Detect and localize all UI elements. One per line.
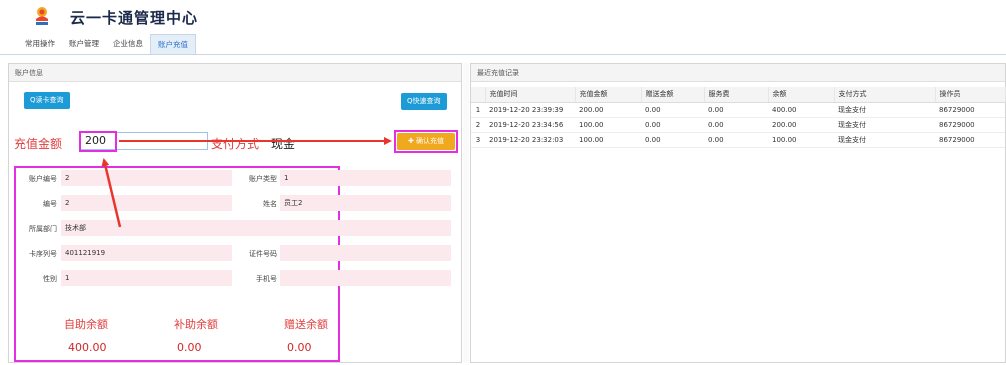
gender-label: 性别: [43, 275, 57, 283]
cell-recharge-amount: 200.00: [575, 102, 641, 118]
cell-recharge-time: 2019-12-20 23:34:56: [485, 117, 575, 133]
account-no-label: 账户编号: [29, 175, 57, 183]
gender-value: 1: [61, 270, 232, 286]
cell-payment-method: 现金支付: [834, 102, 935, 118]
account-no-value: 2: [61, 170, 232, 186]
read-card-button[interactable]: Q读卡查询: [24, 92, 70, 109]
phone-label: 手机号: [256, 275, 277, 283]
payment-method-label: 支付方式: [211, 137, 260, 151]
cell-balance: 100.00: [768, 132, 834, 148]
subsidy-balance-value: 0.00: [177, 341, 202, 354]
confirm-highlight-box: [394, 130, 458, 153]
cell-service-fee: 0.00: [704, 102, 768, 118]
self-service-balance-value: 400.00: [68, 341, 107, 354]
table-row[interactable]: 3 2019-12-20 23:32:03 100.00 0.00 0.00 1…: [471, 132, 1005, 148]
account-type-label: 账户类型: [249, 175, 277, 183]
column-header-operator[interactable]: 操作员: [935, 87, 1006, 103]
tab-account-recharge[interactable]: 账户充值: [150, 34, 196, 54]
recharge-records-table: 充值时间 充值金额 赠送金额 服务费 余额 支付方式 操作员 1 2019-12…: [471, 87, 1006, 148]
payment-method-value[interactable]: 现金: [271, 135, 295, 152]
gift-balance-value: 0.00: [287, 341, 312, 354]
id-number-label: 证件号码: [249, 250, 277, 258]
cell-gift-amount: 0.00: [641, 102, 704, 118]
card-serial-value: 401121919: [61, 245, 232, 261]
cell-gift-amount: 0.00: [641, 132, 704, 148]
cell-balance: 200.00: [768, 117, 834, 133]
user-badge-icon: [36, 7, 48, 25]
recent-recharge-title: 最近充值记录: [471, 64, 1005, 82]
phone-value: [280, 270, 451, 286]
cell-recharge-amount: 100.00: [575, 117, 641, 133]
cell-payment-method: 现金支付: [834, 132, 935, 148]
cell-operator: 86729000: [935, 132, 1005, 148]
cell-service-fee: 0.00: [704, 117, 768, 133]
app-header: 云一卡通管理中心: [0, 0, 1006, 34]
tab-common-operations[interactable]: 常用操作: [18, 34, 62, 54]
cell-index: 2: [471, 117, 485, 133]
column-header-payment-method[interactable]: 支付方式: [834, 87, 936, 103]
amount-highlight-box: [79, 131, 117, 152]
cell-operator: 86729000: [935, 102, 1005, 118]
table-row[interactable]: 2 2019-12-20 23:34:56 100.00 0.00 0.00 2…: [471, 117, 1005, 133]
cell-recharge-time: 2019-12-20 23:32:03: [485, 132, 575, 148]
cell-service-fee: 0.00: [704, 132, 768, 148]
cell-balance: 400.00: [768, 102, 834, 118]
table-header-row: 充值时间 充值金额 赠送金额 服务费 余额 支付方式 操作员: [471, 87, 1006, 103]
column-header-recharge-time[interactable]: 充值时间: [485, 87, 576, 103]
recharge-amount-label: 充值金额: [14, 137, 63, 151]
cell-index: 1: [471, 102, 485, 118]
subsidy-balance-label: 补助余额: [174, 318, 218, 331]
id-number-value: [280, 245, 451, 261]
main-tabs: 常用操作 账户管理 企业信息 账户充值: [18, 34, 196, 54]
cell-recharge-time: 2019-12-20 23:39:39: [485, 102, 575, 118]
column-header-gift-amount[interactable]: 赠送金额: [641, 87, 705, 103]
account-info-title: 账户信息: [9, 64, 461, 82]
department-value: 技术部: [61, 220, 451, 236]
tab-company-info[interactable]: 企业信息: [106, 34, 150, 54]
app-title: 云一卡通管理中心: [70, 9, 199, 27]
panel-splitter[interactable]: [463, 63, 469, 363]
self-service-balance-label: 自助余额: [64, 318, 108, 331]
tab-account-management[interactable]: 账户管理: [62, 34, 106, 54]
column-header-balance[interactable]: 余额: [768, 87, 835, 103]
name-label: 姓名: [263, 200, 277, 208]
number-label: 编号: [43, 200, 57, 208]
number-value: 2: [61, 195, 232, 211]
column-header-index: [471, 87, 486, 103]
gift-balance-label: 赠送余额: [284, 318, 328, 331]
tab-divider: [0, 54, 1006, 55]
account-type-value: 1: [280, 170, 451, 186]
card-serial-label: 卡序列号: [29, 250, 57, 258]
column-header-recharge-amount[interactable]: 充值金额: [575, 87, 642, 103]
cell-payment-method: 现金支付: [834, 117, 935, 133]
name-value: 员工2: [280, 195, 451, 211]
department-label: 所属部门: [29, 225, 57, 233]
column-header-service-fee[interactable]: 服务费: [704, 87, 769, 103]
cell-operator: 86729000: [935, 117, 1005, 133]
quick-query-button[interactable]: Q快速查询: [401, 93, 447, 110]
cell-index: 3: [471, 132, 485, 148]
cell-gift-amount: 0.00: [641, 117, 704, 133]
cell-recharge-amount: 100.00: [575, 132, 641, 148]
table-row[interactable]: 1 2019-12-20 23:39:39 200.00 0.00 0.00 4…: [471, 102, 1005, 118]
